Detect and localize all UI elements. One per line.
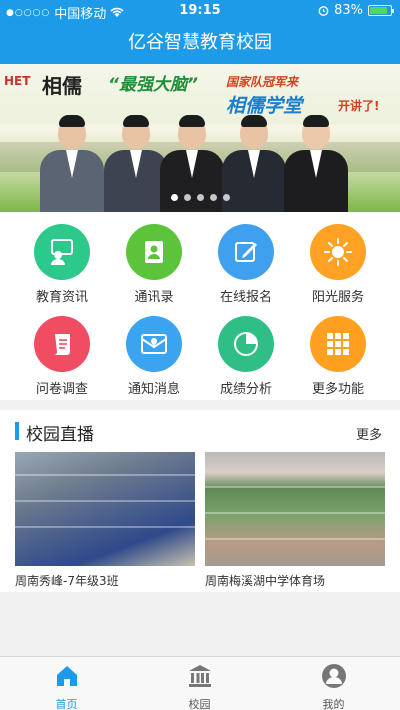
banner-slogan-sub: 国家队冠军来	[226, 75, 299, 89]
edit-form-icon	[218, 224, 274, 280]
bottom-tab-bar: 首页 校园 我的	[0, 656, 400, 710]
campus-live-section: 校园直播 更多 周南秀峰-7年级3班 周南梅溪湖中学体育场	[0, 410, 400, 592]
app-title: 亿谷智慧教育校园	[0, 22, 400, 64]
tab-label: 我的	[322, 698, 345, 710]
banner-pager[interactable]	[0, 186, 400, 205]
section-accent-bar	[15, 422, 19, 440]
banner-slogan-main: “最强大脑”	[108, 75, 198, 95]
grid-item-notice[interactable]: 通知消息	[104, 304, 204, 397]
tab-label: 校园	[188, 698, 211, 710]
school-building-icon	[188, 665, 211, 687]
banner-slogan-end: 开讲了!	[338, 99, 380, 113]
mail-notification-icon	[126, 316, 182, 372]
grid-item-news[interactable]: 教育资讯	[12, 212, 112, 305]
more-link[interactable]: 更多	[356, 424, 382, 443]
battery-percent: 83%	[334, 3, 363, 18]
pie-chart-icon	[218, 316, 274, 372]
tab-mine[interactable]: 我的	[267, 657, 400, 710]
tab-campus[interactable]: 校园	[133, 657, 266, 710]
banner-slogan-brand: 相儒学堂	[226, 95, 303, 117]
grid-item-more[interactable]: 更多功能	[288, 304, 388, 397]
section-header: 校园直播 更多	[0, 410, 400, 452]
grid-item-label: 通知消息	[127, 382, 180, 397]
grid-item-survey[interactable]: 问卷调查	[12, 304, 112, 397]
home-icon	[56, 666, 77, 686]
grid-item-label: 问卷调查	[35, 382, 88, 397]
grid-item-label: 教育资讯	[35, 290, 88, 305]
contacts-icon	[126, 224, 182, 280]
grid-item-contacts[interactable]: 通讯录	[104, 212, 204, 305]
video-caption[interactable]: 周南秀峰-7年级3班	[15, 572, 119, 589]
banner-logo-name: 相儒	[42, 74, 82, 98]
promo-banner[interactable]: HET 相儒 “最强大脑” 国家队冠军来 相儒学堂 开讲了!	[0, 64, 400, 212]
tab-label: 首页	[55, 698, 78, 710]
grid-item-label: 阳光服务	[311, 290, 364, 305]
live-video-thumbnail[interactable]	[15, 452, 195, 566]
user-profile-icon	[321, 664, 346, 688]
grid-item-label: 通讯录	[134, 290, 174, 305]
section-title: 校园直播	[26, 425, 94, 445]
news-chat-icon	[34, 224, 90, 280]
live-video-thumbnail[interactable]	[205, 452, 385, 566]
alarm-icon	[318, 6, 329, 16]
grid-item-sunshine[interactable]: 阳光服务	[288, 212, 388, 305]
sun-icon	[310, 224, 366, 280]
grid-item-label: 更多功能	[311, 382, 364, 397]
grid-item-label: 在线报名	[219, 290, 272, 305]
function-grid: 教育资讯 通讯录 在线报名 阳光服务 问卷调查 通知消息 成绩分析 更多功能	[0, 212, 400, 400]
grid-item-scores[interactable]: 成绩分析	[196, 304, 296, 397]
survey-scroll-icon	[34, 316, 90, 372]
status-right: 83%	[318, 3, 394, 18]
banner-logo-het: HET	[4, 74, 31, 88]
battery-icon	[368, 5, 394, 16]
battery-fill	[370, 7, 387, 14]
tab-home[interactable]: 首页	[0, 657, 133, 710]
video-caption[interactable]: 周南梅溪湖中学体育场	[205, 572, 325, 589]
status-bar: ●○○○○ 中国移动 19:15 83%	[0, 0, 400, 22]
grid-item-label: 成绩分析	[219, 382, 272, 397]
grid-more-icon	[310, 316, 366, 372]
grid-item-signup[interactable]: 在线报名	[196, 212, 296, 305]
